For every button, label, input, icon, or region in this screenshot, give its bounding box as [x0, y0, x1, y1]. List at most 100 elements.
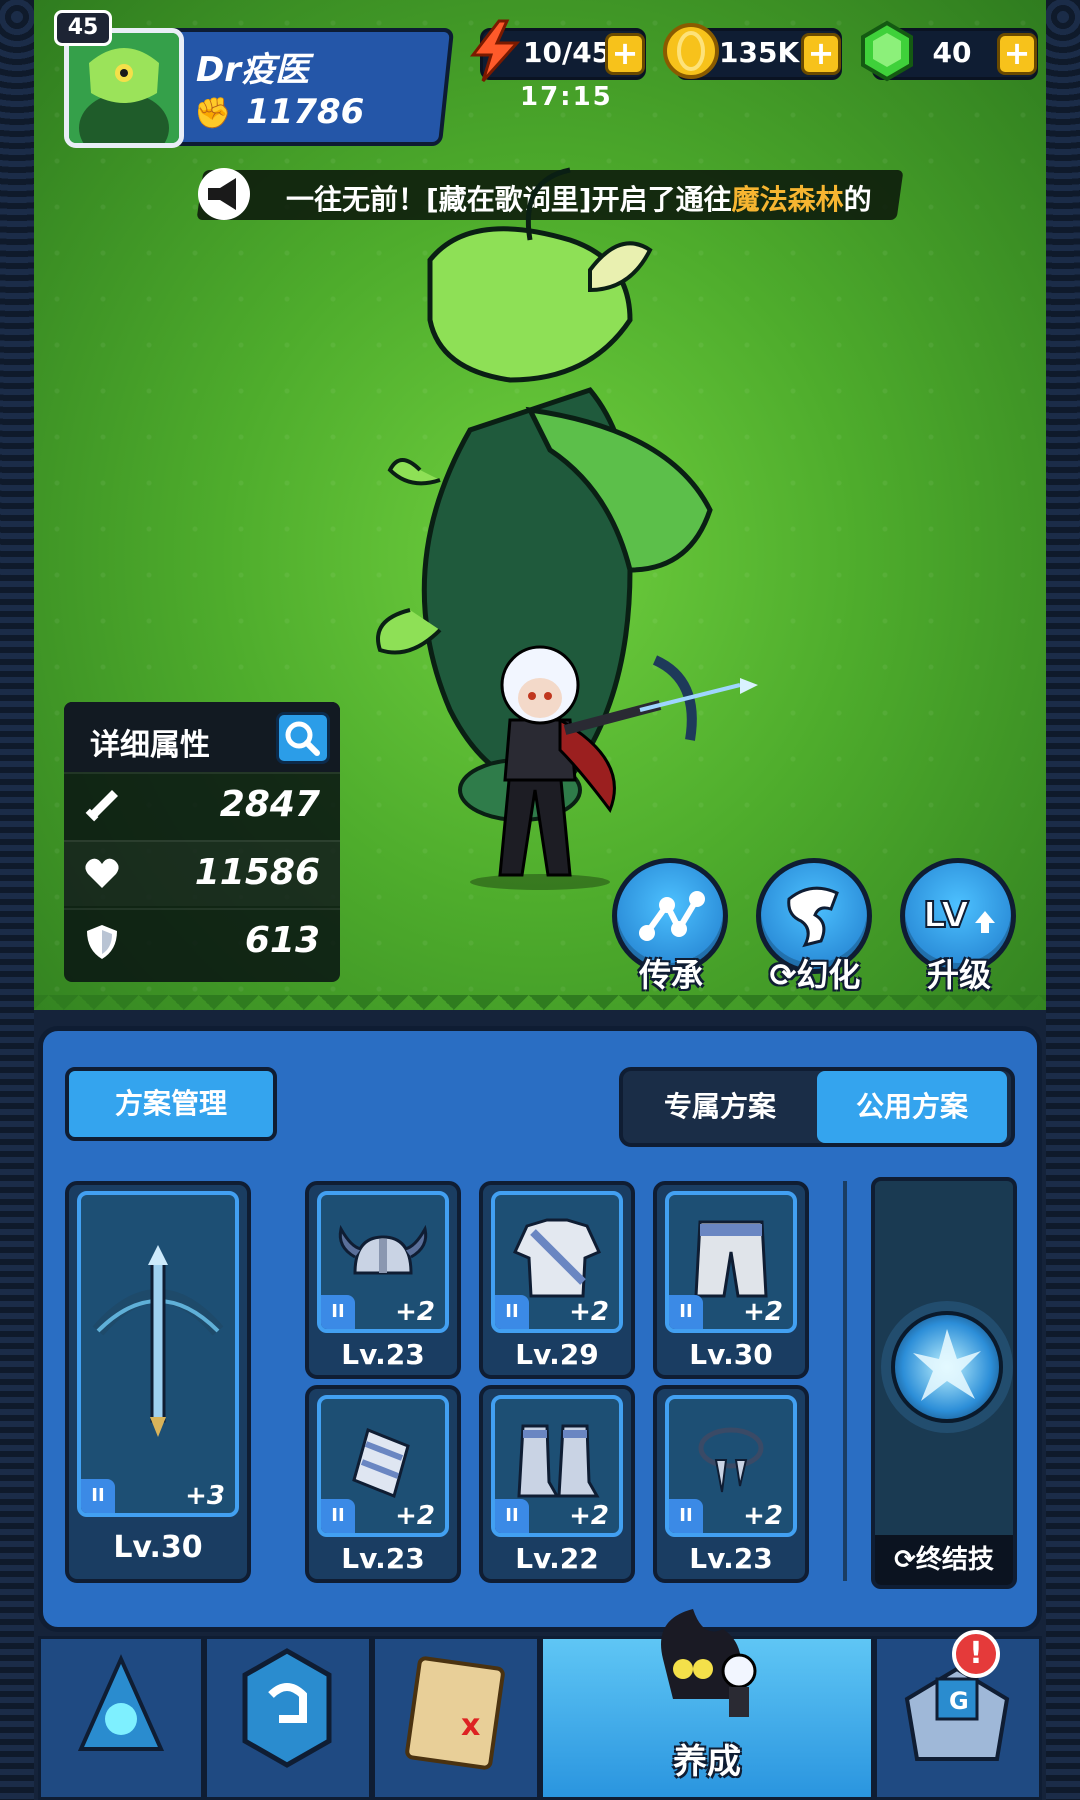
- defense-row: 613: [64, 908, 340, 974]
- gem-icon: [861, 20, 913, 82]
- scene-edge: [34, 995, 1046, 1025]
- pants-slot[interactable]: II +2 Lv.30: [653, 1181, 809, 1379]
- upgrade-label: 升级: [926, 956, 991, 994]
- fist-icon: ✊: [194, 96, 232, 131]
- right-border: [1046, 0, 1080, 1800]
- necklace-tier: II: [669, 1499, 703, 1533]
- necklace-icon: [698, 1427, 764, 1492]
- treasure-map-icon: x: [405, 1656, 505, 1770]
- gem-value: 40: [932, 36, 972, 69]
- hexagon-card-icon: [242, 1648, 332, 1768]
- player-level-badge: 45: [54, 10, 112, 46]
- combat-power: 11786: [246, 92, 365, 132]
- gold-value: 135K: [719, 36, 800, 69]
- character-pair-icon: [661, 1609, 757, 1717]
- pants-level: Lv.30: [689, 1338, 773, 1371]
- bottom-navigation: x 养成 G: [38, 1609, 1042, 1800]
- weapon-plus: +3: [185, 1481, 225, 1511]
- necklace-plus: +2: [743, 1501, 783, 1531]
- inherit-label: 传承: [638, 956, 703, 994]
- armor-plus: +2: [569, 1297, 609, 1327]
- boots-slot[interactable]: II +2 Lv.22: [479, 1385, 635, 1583]
- left-border: [0, 0, 34, 1800]
- transform-label: ⟳幻化: [746, 950, 884, 996]
- stats-panel: 详细属性 2847 11586 613: [64, 702, 340, 982]
- boots-tier: II: [495, 1499, 529, 1533]
- ultimate-skill-slot[interactable]: ⟳终结技: [871, 1177, 1017, 1589]
- upgrade-button[interactable]: LV 升级: [900, 858, 1018, 998]
- hero-character: [470, 645, 758, 890]
- horned-helmet-icon: [338, 1224, 428, 1275]
- attack-value: 2847: [219, 784, 320, 825]
- energy-timer: 17:15: [520, 82, 613, 112]
- nav-cards[interactable]: [204, 1636, 372, 1800]
- equipment-panel: 方案管理 专属方案 公用方案 II +3 Lv.30 II +2 Lv.23 I…: [38, 1026, 1042, 1632]
- stats-title: 详细属性: [90, 728, 210, 763]
- gloves-plus: +2: [395, 1501, 435, 1531]
- nav-develop[interactable]: 养成: [540, 1609, 874, 1800]
- weapon-slot[interactable]: II +3 Lv.30: [65, 1181, 251, 1583]
- ultimate-label: ⟳终结技: [875, 1535, 1013, 1585]
- gold-resource: 135K +: [663, 23, 842, 80]
- sword-icon: [85, 790, 118, 822]
- player-avatar[interactable]: [64, 28, 184, 148]
- plan-management-button[interactable]: 方案管理: [65, 1067, 277, 1141]
- add-gems-button[interactable]: +: [997, 33, 1037, 75]
- svg-text:LV: LV: [923, 895, 969, 936]
- gloves-slot-frame: II +2: [317, 1395, 449, 1537]
- pants-tier: II: [669, 1295, 703, 1329]
- helmet-tier: II: [321, 1295, 355, 1329]
- coin-icon: [663, 23, 719, 79]
- add-energy-button[interactable]: +: [605, 33, 645, 75]
- stats-detail-button[interactable]: [276, 712, 330, 764]
- crossbow-icon: [92, 1245, 224, 1438]
- energy-value: 10/45: [523, 36, 612, 69]
- health-row: 11586: [64, 840, 340, 906]
- boots-icon: [517, 1424, 600, 1498]
- swap-icon: ⟳: [769, 956, 797, 994]
- weapon-slot-frame: II +3: [77, 1191, 239, 1517]
- weapon-level: Lv.30: [113, 1530, 203, 1565]
- boots-plus: +2: [569, 1501, 609, 1531]
- boots-slot-frame: II +2: [491, 1395, 623, 1537]
- ultimate-label-text: 终结技: [915, 1545, 994, 1575]
- stats-header: 详细属性: [64, 702, 340, 772]
- attack-row: 2847: [64, 772, 340, 838]
- shield-icon: [87, 925, 117, 959]
- armor-tier: II: [495, 1295, 529, 1329]
- bracer-icon: [352, 1427, 410, 1498]
- lightning-icon: [469, 19, 521, 83]
- armor-slot[interactable]: II +2 Lv.29: [479, 1181, 635, 1379]
- helmet-level: Lv.23: [341, 1338, 425, 1371]
- tab-exclusive-plan[interactable]: 专属方案: [625, 1071, 815, 1143]
- necklace-level: Lv.23: [689, 1542, 773, 1575]
- helmet-slot[interactable]: II +2 Lv.23: [305, 1181, 461, 1379]
- necklace-slot-frame: II +2: [665, 1395, 797, 1537]
- defense-value: 613: [244, 920, 320, 961]
- nav-battle[interactable]: [38, 1636, 204, 1800]
- energy-resource: 10/45 +: [469, 19, 646, 83]
- ice-shard-icon: [891, 1311, 1003, 1423]
- necklace-slot[interactable]: II +2 Lv.23: [653, 1385, 809, 1583]
- add-gold-button[interactable]: +: [801, 33, 841, 75]
- gloves-slot[interactable]: II +2 Lv.23: [305, 1385, 461, 1583]
- player-name: Dr疫医: [196, 50, 309, 90]
- nav-map[interactable]: x: [372, 1636, 540, 1800]
- search-icon: [285, 721, 320, 756]
- inherit-button[interactable]: 传承: [612, 858, 730, 998]
- svg-text:G: G: [949, 1687, 969, 1715]
- weapon-tier: II: [81, 1479, 115, 1513]
- chest-armor-icon: [512, 1218, 602, 1298]
- transform-button[interactable]: ⟳幻化: [756, 858, 874, 998]
- boots-level: Lv.22: [515, 1542, 599, 1575]
- heart-icon: [85, 858, 119, 888]
- megaphone-icon: [198, 168, 250, 220]
- plan-switch: 专属方案 公用方案: [619, 1067, 1015, 1147]
- pants-plus: +2: [743, 1297, 783, 1327]
- player-profile[interactable]: 45 Dr疫医 ✊ 11786: [54, 10, 455, 150]
- guild-notification-badge: !: [952, 1630, 1000, 1678]
- gloves-tier: II: [321, 1499, 355, 1533]
- health-value: 11586: [194, 852, 320, 893]
- gloves-level: Lv.23: [341, 1542, 425, 1575]
- tab-public-plan[interactable]: 公用方案: [817, 1071, 1007, 1143]
